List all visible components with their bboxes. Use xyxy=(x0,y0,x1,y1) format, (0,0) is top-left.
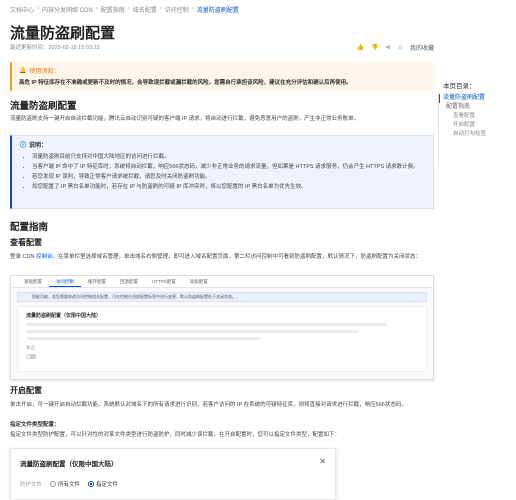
radio-specified-files[interactable]: 指定文件 xyxy=(88,480,118,488)
view-text: 登录 CDN 控制台，在菜单栏里选择域名管理，单击域名右侧管理，即可进入域名配置… xyxy=(10,252,434,262)
breadcrumb: 文档中心 › 内容分发网络 CDN › 配置指南 › 域名配置 › 访问控制 ›… xyxy=(10,4,239,14)
dialog-title: 流量防盗刷配置（仅限中国大陆） xyxy=(20,461,118,468)
toc-divider xyxy=(438,92,439,162)
panel-title: 流量防盗刷配置（仅限中国大陆） xyxy=(26,313,102,319)
chevron-right-icon: › xyxy=(159,6,162,12)
breadcrumb-item-access-control[interactable]: 访问控制 xyxy=(165,5,189,14)
my-favorites-link[interactable]: 我的收藏 xyxy=(410,43,434,52)
tab-access-control: 访问控制 xyxy=(49,276,81,287)
note-list: 流量防盗刷目前只支持对中国大陆地区的访问进行拦截。 当客户端 IP 命中了 IP… xyxy=(20,152,425,192)
thumbs-down-icon[interactable]: 👎 xyxy=(371,44,378,51)
warning-notice: 🔔 使用须知： 高危 IP 特征库存在不准确或更新不及时的情况，会导致误拦截或漏… xyxy=(10,62,434,91)
breadcrumb-item-config-guide[interactable]: 配置指南 xyxy=(101,5,125,14)
meta-bar: 最近更新时间：2025-02-18 15:03:23 👍 👎 ⋖ ☆ 我的收藏 xyxy=(10,42,434,52)
bell-icon: 🔔 xyxy=(19,68,27,74)
warning-title-text: 使用须知： xyxy=(29,69,60,75)
chevron-right-icon: › xyxy=(127,6,130,12)
breadcrumb-item-current: 流量防盗刷配置 xyxy=(196,7,239,14)
toc-item-view-config[interactable]: 查看配置 xyxy=(443,112,513,121)
warning-title: 🔔 使用须知： xyxy=(19,66,427,75)
list-item: 流量防盗刷目前只支持对中国大陆地区的访问进行拦截。 xyxy=(32,152,425,162)
radio-label: 指定文件 xyxy=(96,482,119,488)
breadcrumb-item-doc-center[interactable]: 文档中心 xyxy=(10,5,34,14)
radio-all-files[interactable]: 所有文件 xyxy=(50,480,80,488)
section-heading-guide: 配置指南 xyxy=(10,222,49,233)
updated-time: 最近更新时间：2025-02-18 15:03:23 xyxy=(10,45,100,51)
enable-text: 单击开启，可一键开启自动拦截功能，系统默认对域名下的所有请求进行识别，若客户访问… xyxy=(10,402,407,408)
toc-item-enable-config[interactable]: 开启配置 xyxy=(443,121,513,130)
tab-cache: 缓存配置 xyxy=(88,279,106,284)
page-title: 流量防盗刷配置 xyxy=(10,25,116,42)
panel-text-line xyxy=(26,337,262,340)
note-title: ⓘ 说明： xyxy=(20,140,425,149)
toc-item-config-guide[interactable]: 配置指南 xyxy=(443,103,513,112)
table-of-contents: 本页目录： 流量防盗刷配置 配置指南 查看配置 开启配置 自动打勾检查 xyxy=(438,80,513,162)
view-text-pre: 登录 xyxy=(10,254,23,260)
intro-text: 流量防盗刷支持一键开启自动拦截功能，腾讯云自动识别可疑的客户端 IP 请求，将自… xyxy=(10,116,360,122)
status-label: 状态 xyxy=(26,345,35,350)
tab-https: HTTPS配置 xyxy=(152,279,176,284)
toggle-switch xyxy=(26,354,36,359)
page-actions: 👍 👎 ⋖ ☆ 我的收藏 xyxy=(357,43,434,52)
toc-item-auto-check[interactable]: 自动打勾检查 xyxy=(443,130,513,139)
breadcrumb-item-cdn[interactable]: 内容分发网络 CDN xyxy=(42,5,93,14)
list-item: 如您配置了 IP 黑白名单功能时，若存在 IP 与防盗刷的可疑 IP 库冲突时，… xyxy=(32,182,425,192)
section-heading-enable: 开启配置 xyxy=(10,386,42,395)
panel-text-line xyxy=(26,330,360,333)
tab-basic: 基础配置 xyxy=(24,279,42,284)
chevron-right-icon: › xyxy=(95,6,98,12)
note-box: ⓘ 说明： 流量防盗刷目前只支持对中国大陆地区的访问进行拦截。 当客户端 IP … xyxy=(10,135,434,209)
note-title-text: 说明： xyxy=(29,143,48,149)
list-item: 若您发现 IP 误判，导致正常客户请求被拦截，请您及时关闭防盗刷功能。 xyxy=(32,172,425,182)
tab-origin: 回源配置 xyxy=(120,279,138,284)
config-panel: 流量防盗刷配置（仅限中国大陆） 状态 xyxy=(17,306,427,372)
warning-text: 高危 IP 特征库存在不准确或更新不及时的情况，会导致误拦截或漏拦截的风险，您需… xyxy=(19,80,352,86)
tab-advanced: 高级配置 xyxy=(189,279,208,284)
protect-file-label: 防护文件 xyxy=(20,482,43,488)
console-note: 智能功能，若您需要修改访问控制相关配置，可在控制台顶部配置标签中进行变更，默认防… xyxy=(17,292,427,302)
list-item: 当客户端 IP 命中了 IP 特征库时，系统将自动拦截，响应566状态码，减少非… xyxy=(32,162,425,172)
thumbs-up-icon[interactable]: 👍 xyxy=(357,44,364,51)
radio-dot[interactable] xyxy=(88,481,95,487)
section-heading-view: 查看配置 xyxy=(10,238,42,247)
breadcrumb-item-domain-config[interactable]: 域名配置 xyxy=(133,5,157,14)
config-dialog: 流量防盗刷配置（仅限中国大陆） ✕ 防护文件 所有文件 指定文件 xyxy=(10,448,336,500)
panel-status: 状态 xyxy=(26,345,418,351)
panel-text-line xyxy=(26,323,387,326)
file-type-text: 指定文件类型防护配置，可以针对性的对某文件类型进行防盗防护，同时减少误拦截，在开… xyxy=(10,432,341,438)
toc-item-traffic-config[interactable]: 流量防盗刷配置 xyxy=(438,94,513,103)
file-type-label: 指定文件类型配置： xyxy=(10,422,60,428)
radio-dot[interactable] xyxy=(50,481,57,487)
view-text-post: ，在菜单栏里选择域名管理，单击域名右侧管理，即可进入域名配置页面，第二栏访问控制… xyxy=(52,254,421,260)
share-icon[interactable]: ⋖ xyxy=(386,44,391,51)
protect-file-row: 防护文件 所有文件 指定文件 xyxy=(20,480,326,488)
close-icon[interactable]: ✕ xyxy=(319,457,326,466)
chevron-right-icon: › xyxy=(191,6,194,12)
cdn-console-link[interactable]: CDN 控制台 xyxy=(23,254,53,260)
radio-label: 所有文件 xyxy=(58,482,81,488)
console-tabs: 基础配置 访问控制 缓存配置 回源配置 HTTPS配置 高级配置 xyxy=(11,276,433,288)
section-heading-intro: 流量防盗刷配置 xyxy=(10,101,77,112)
toc-title: 本页目录： xyxy=(443,83,476,90)
info-icon: ⓘ xyxy=(20,143,27,149)
favorite-icon[interactable]: ☆ xyxy=(398,44,403,51)
console-screenshot: 基础配置 访问控制 缓存配置 回源配置 HTTPS配置 高级配置 智能功能，若您… xyxy=(10,275,434,380)
chevron-right-icon: › xyxy=(37,6,40,12)
